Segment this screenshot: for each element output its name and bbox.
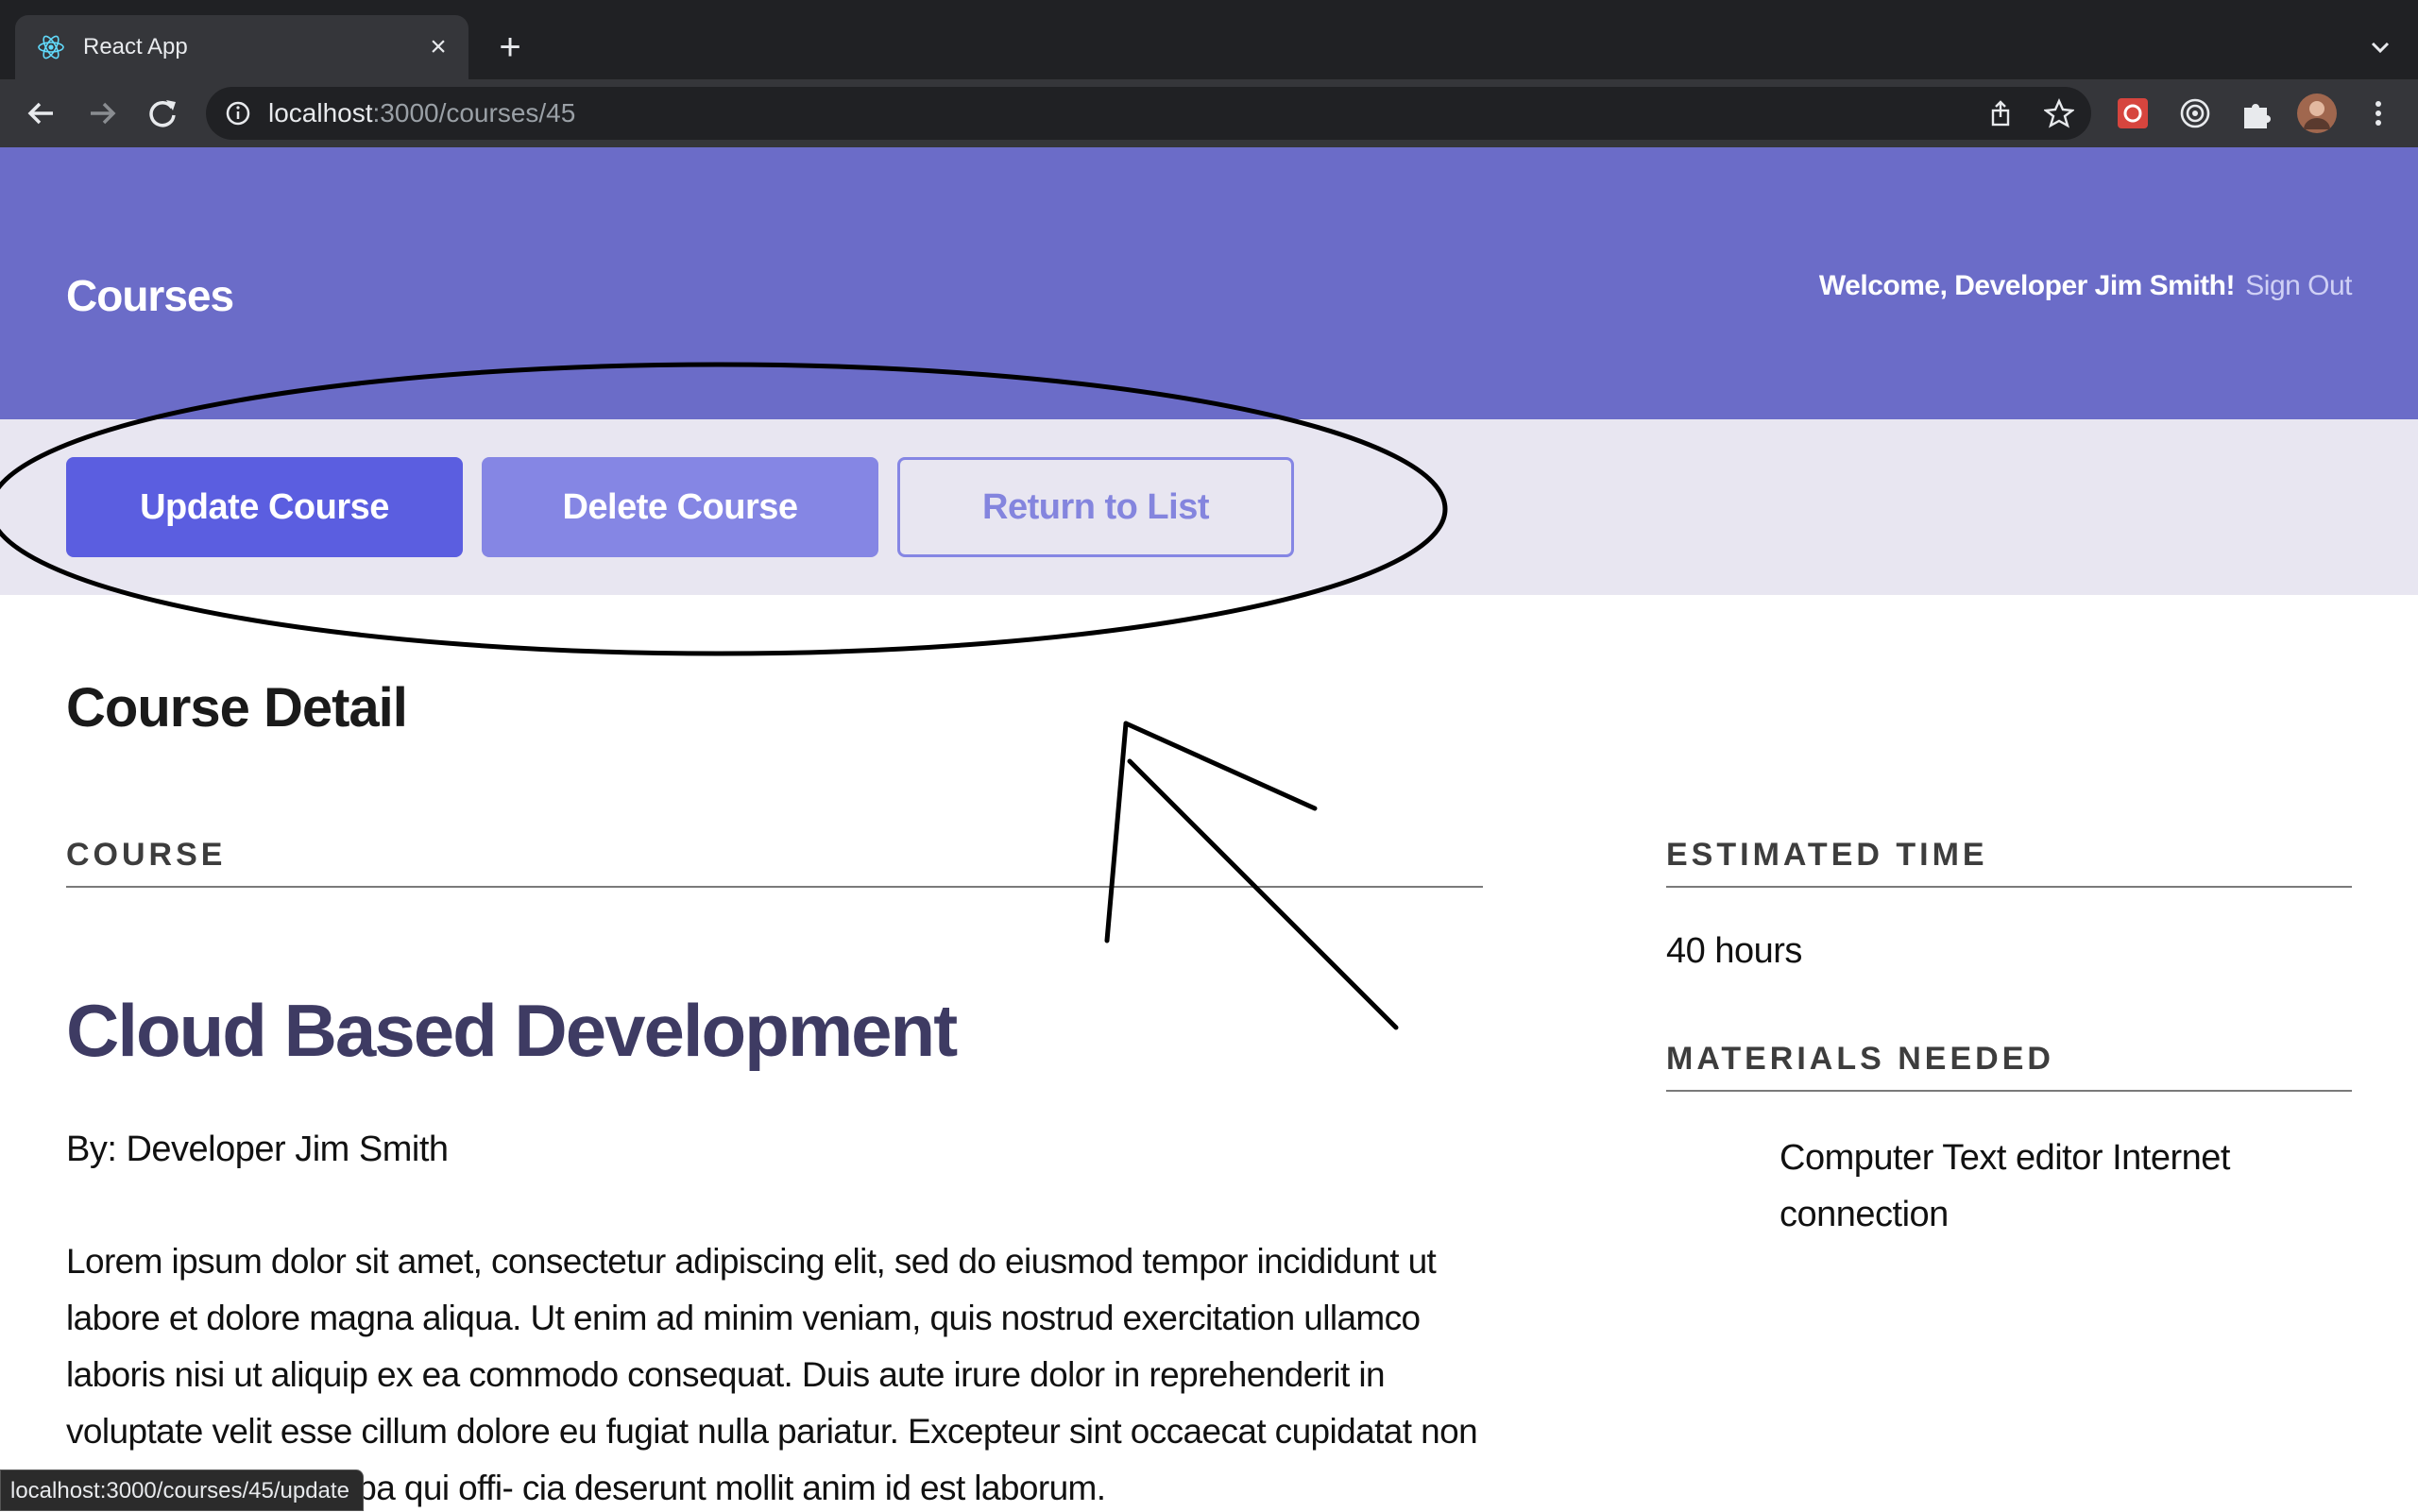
course-title: Cloud Based Development [66, 989, 958, 1072]
page-title: Course Detail [66, 677, 408, 739]
course-author: By: Developer Jim Smith [66, 1130, 449, 1169]
welcome-text: Welcome, Developer Jim Smith! [1818, 270, 2236, 301]
return-to-list-button[interactable]: Return to List [897, 457, 1294, 557]
bookmark-star-icon[interactable] [2044, 98, 2074, 128]
delete-course-button[interactable]: Delete Course [482, 457, 878, 557]
back-icon[interactable] [21, 93, 62, 134]
browser-menu-icon[interactable] [2361, 96, 2395, 130]
course-divider [66, 886, 1483, 888]
forward-icon[interactable] [81, 93, 123, 134]
profile-avatar[interactable] [2297, 93, 2337, 133]
browser-tabstrip: React App × + [0, 0, 2418, 79]
extension-red-icon[interactable] [2116, 96, 2150, 130]
annotation-arrow [1104, 721, 1399, 1030]
course-heading: COURSE [66, 837, 227, 873]
tab-close-icon[interactable]: × [419, 28, 457, 66]
extensions-puzzle-icon[interactable] [2239, 96, 2273, 130]
link-status-bubble: localhost:3000/courses/45/update [0, 1470, 364, 1511]
estimated-time-value: 40 hours [1666, 931, 1802, 971]
share-icon[interactable] [1985, 98, 2016, 128]
browser-tab[interactable]: React App × [15, 15, 468, 79]
estimated-time-heading: ESTIMATED TIME [1666, 837, 1988, 873]
action-bar: Update Course Delete Course Return to Li… [0, 419, 2418, 595]
browser-toolbar: localhost:3000/courses/45 [0, 79, 2418, 147]
site-info-icon[interactable] [225, 100, 251, 127]
tab-search-chevron-icon[interactable] [2363, 30, 2397, 64]
materials-divider [1666, 1090, 2352, 1092]
brand-link[interactable]: Courses [66, 270, 234, 321]
address-bar[interactable]: localhost:3000/courses/45 [206, 87, 2091, 140]
react-icon [38, 35, 64, 59]
tab-title: React App [83, 34, 188, 59]
reload-icon[interactable] [142, 93, 183, 134]
url-host: localhost [268, 98, 373, 127]
extension-target-icon[interactable] [2178, 96, 2212, 130]
time-divider [1666, 886, 2352, 888]
sign-out-link[interactable]: Sign Out [2245, 270, 2352, 302]
site-header: Courses Welcome, Developer Jim Smith! Si… [0, 147, 2418, 419]
url-path: :3000/courses/45 [372, 98, 576, 127]
update-course-button[interactable]: Update Course [66, 457, 463, 557]
materials-heading: MATERIALS NEEDED [1666, 1041, 2054, 1077]
new-tab-icon[interactable]: + [489, 26, 531, 68]
url-text: localhost:3000/courses/45 [268, 98, 575, 128]
materials-list: Computer Text editor Internet connection [1779, 1138, 2230, 1234]
page-viewport: Courses Welcome, Developer Jim Smith! Si… [0, 147, 2418, 1511]
